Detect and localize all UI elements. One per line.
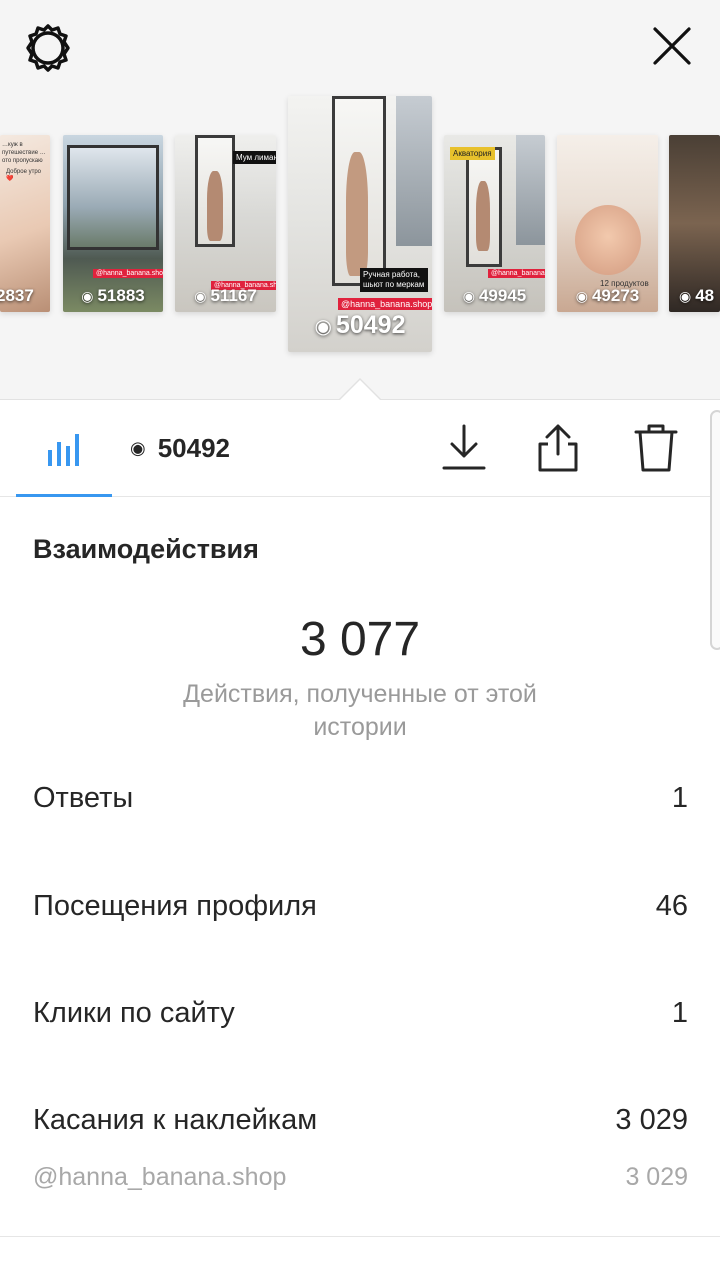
- close-button[interactable]: [648, 22, 696, 70]
- download-button[interactable]: [440, 422, 490, 474]
- gear-icon: [26, 24, 70, 72]
- story-view-count: ◉ 49945: [462, 286, 527, 305]
- person-figure: [207, 171, 223, 241]
- stat-row-website-clicks: Клики по сайту 1: [33, 997, 688, 1030]
- stat-value: 3 029: [615, 1104, 688, 1136]
- story-tag: @hanna_banana.shop: [488, 269, 545, 278]
- story-view-count: ◉ 49273: [575, 286, 640, 305]
- delete-button[interactable]: [632, 422, 682, 474]
- story-thumbnail[interactable]: Мум лиман @hanna_banana.shop ◉51167: [175, 135, 276, 312]
- story-tag: @hanna_banana.shop: [93, 269, 163, 278]
- settings-button[interactable]: [22, 22, 74, 74]
- bar-chart-icon: [48, 434, 79, 466]
- stat-value: 46: [655, 890, 688, 922]
- eye-icon: ◉: [81, 288, 94, 304]
- window-frame: [396, 96, 432, 246]
- eye-icon: ◉: [575, 288, 588, 304]
- window-frame: [67, 145, 159, 250]
- story-carousel-area: …куж в путешествие …ото пропускаю Доброе…: [0, 0, 720, 401]
- stat-label: Посещения профиля: [33, 890, 317, 922]
- interactions-caption: Действия, полученные от этой истории: [183, 680, 537, 741]
- story-view-count: ◉ 50492: [314, 311, 406, 339]
- story-view-count: ◉ 51167: [194, 286, 257, 305]
- stat-value: 1: [671, 782, 688, 814]
- story-caption: …куж в путешествие …ото пропускаю: [2, 142, 46, 164]
- download-icon: [442, 424, 486, 470]
- story-toolbar: ◉ 50492: [0, 400, 720, 497]
- story-note: Ручная работа, шьют по меркам: [360, 268, 428, 292]
- story-thumbnail[interactable]: @hanna_banana.shop ◉ 51883: [63, 135, 163, 312]
- story-thumbnail[interactable]: …куж в путешествие …ото пропускаю Доброе…: [0, 135, 50, 312]
- tab-insights[interactable]: [16, 400, 112, 497]
- person-figure: [346, 152, 368, 276]
- story-thumbnail[interactable]: Акватория @hanna_banana.shop ◉49945: [444, 135, 545, 312]
- view-count-value: 50492: [157, 433, 231, 463]
- interactions-total: 3 077: [299, 613, 421, 666]
- eye-icon: ◉: [194, 288, 207, 304]
- story-note: Акватория: [450, 147, 495, 160]
- window-frame: [516, 135, 545, 245]
- stat-row-replies: Ответы 1: [33, 782, 688, 815]
- stat-label: Ответы: [33, 782, 134, 814]
- eye-icon: ◉: [314, 316, 332, 338]
- story-thumbnail[interactable]: 12 продуктов ◉ 49273: [557, 135, 658, 312]
- stat-label: Клики по сайту: [33, 997, 235, 1029]
- sticker-mention-value: 3 029: [625, 1163, 688, 1191]
- story-tag: @hanna_banana.shop: [338, 298, 432, 310]
- story-view-count: ◉ 51883: [81, 286, 145, 305]
- stat-label: Касания к наклейкам: [33, 1104, 318, 1136]
- selection-pointer-inner: [339, 380, 381, 401]
- share-icon: [538, 424, 578, 472]
- story-caption: Доброе утро ❤️: [6, 169, 42, 182]
- trash-icon: [634, 424, 678, 472]
- baby-face: [575, 205, 641, 275]
- share-button[interactable]: [534, 422, 584, 474]
- close-icon: [653, 27, 691, 65]
- view-count: ◉ 50492: [130, 433, 230, 464]
- story-thumbnail[interactable]: ◉ 48: [669, 135, 720, 312]
- eye-icon: ◉: [679, 288, 692, 304]
- stat-row-sticker-mention: @hanna_banana.shop 3 029: [33, 1163, 688, 1192]
- stat-row-sticker-taps: Касания к наклейкам 3 029: [33, 1104, 688, 1137]
- eye-icon: ◉: [130, 438, 146, 458]
- story-thumbnail-active[interactable]: Ручная работа, шьют по меркам @hanna_ban…: [288, 96, 432, 352]
- person-figure: [476, 181, 490, 251]
- sticker-mention-label: @hanna_banana.shop: [33, 1163, 287, 1191]
- stat-value: 1: [671, 997, 688, 1029]
- eye-icon: ◉: [462, 288, 475, 304]
- story-view-count: ◉ 48: [679, 286, 715, 305]
- divider: [0, 1236, 720, 1237]
- story-note: Мум лиман: [233, 151, 276, 164]
- stat-row-profile-visits: Посещения профиля 46: [33, 890, 688, 923]
- section-title: Взаимодействия: [33, 534, 259, 564]
- story-view-count: 2837: [0, 286, 34, 305]
